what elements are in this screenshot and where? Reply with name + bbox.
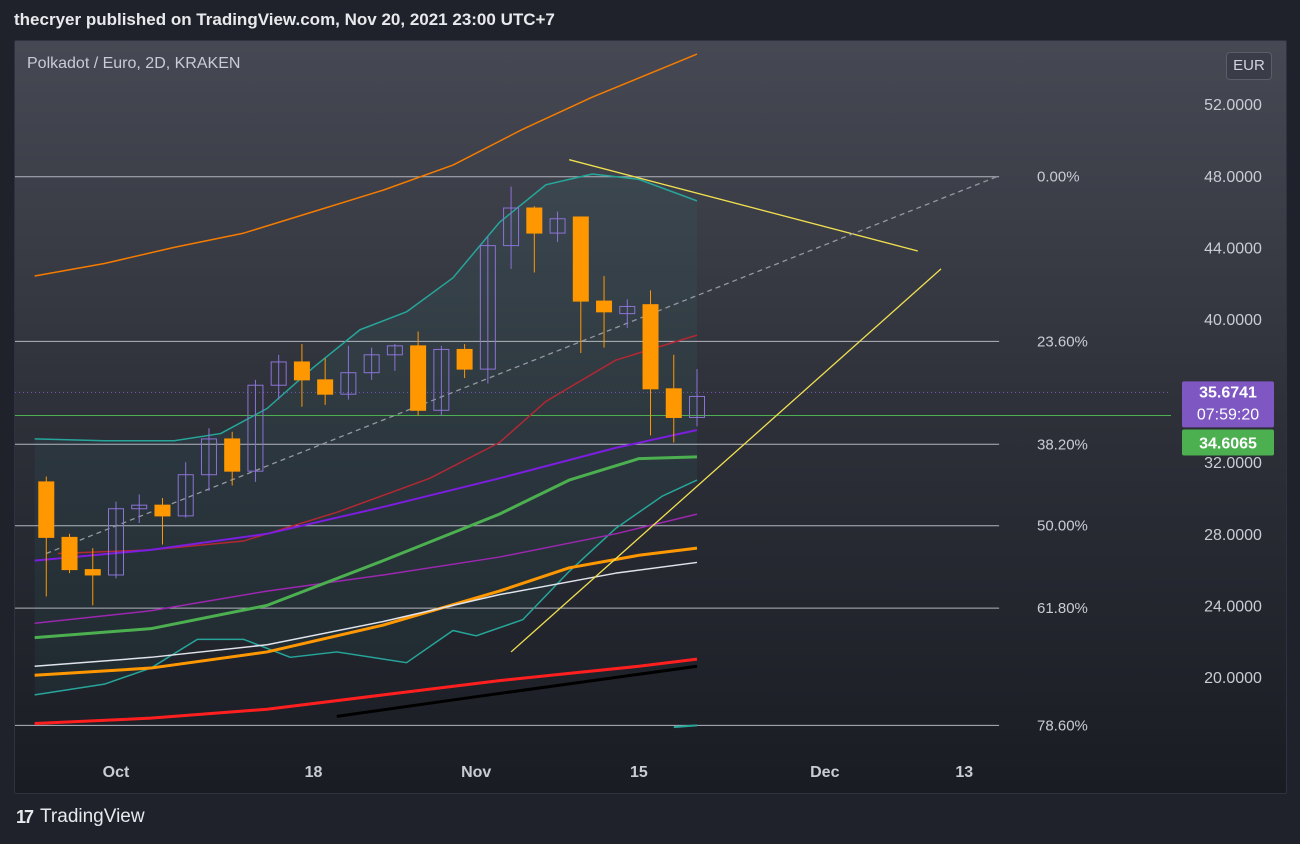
y-axis-tick: 24.0000: [1204, 598, 1262, 615]
y-axis-tick: 48.0000: [1204, 169, 1262, 186]
candle[interactable]: [642, 304, 659, 390]
candle[interactable]: [572, 216, 589, 302]
candle[interactable]: [410, 345, 427, 411]
x-axis-tick: Nov: [461, 764, 491, 781]
y-axis-tick: 44.0000: [1204, 240, 1262, 257]
fib-level-label: 23.60%: [1037, 333, 1088, 350]
candle[interactable]: [38, 481, 55, 538]
candle[interactable]: [317, 379, 334, 395]
tradingview-logo-icon: 17: [16, 806, 34, 827]
candle[interactable]: [526, 207, 543, 234]
y-axis-tick: 32.0000: [1204, 455, 1262, 472]
y-axis-tick: 40.0000: [1204, 312, 1262, 329]
level-price-label: 34.6065: [1199, 436, 1257, 453]
x-axis-tick: 13: [955, 764, 973, 781]
tradingview-brand: TradingView: [40, 806, 145, 827]
currency-button[interactable]: EUR: [1226, 52, 1272, 80]
x-axis-tick: Dec: [810, 764, 839, 781]
x-axis-tick: 15: [630, 764, 648, 781]
candle[interactable]: [154, 504, 171, 517]
symbol-label[interactable]: Polkadot / Euro, 2D, KRAKEN: [27, 55, 240, 73]
fib-level-label: 78.60%: [1037, 717, 1088, 734]
publisher-header: thecryer published on TradingView.com, N…: [14, 10, 555, 29]
x-axis-tick: Oct: [103, 764, 130, 781]
candle[interactable]: [61, 536, 78, 571]
candle[interactable]: [665, 388, 682, 418]
last-price-label: 35.6741: [1199, 384, 1257, 401]
candle[interactable]: [456, 348, 473, 370]
fib-level-label: 50.00%: [1037, 518, 1088, 535]
y-axis-tick: 20.0000: [1204, 670, 1262, 687]
x-axis-tick: 18: [305, 764, 323, 781]
candle[interactable]: [84, 569, 101, 576]
candle[interactable]: [224, 438, 241, 472]
chart-panel[interactable]: 0.00% 23.60% 38.20% 50.00% 61.80% 78.60% 52.00…: [14, 40, 1287, 794]
fib-level-label: 0.00%: [1037, 169, 1080, 186]
candle[interactable]: [293, 361, 310, 381]
indicator-line[interactable]: [336, 664, 698, 718]
bar-countdown-label: 07:59:20: [1197, 406, 1259, 423]
y-axis-tick: 28.0000: [1204, 527, 1262, 544]
tradingview-footer[interactable]: 17 TradingView: [16, 806, 145, 828]
candle[interactable]: [596, 300, 613, 313]
y-axis-tick: 52.0000: [1204, 97, 1262, 114]
price-chart[interactable]: 0.00% 23.60% 38.20% 50.00% 61.80% 78.60% 52.00…: [15, 41, 1286, 793]
fib-level-label: 61.80%: [1037, 600, 1088, 617]
fib-level-label: 38.20%: [1037, 436, 1088, 453]
bollinger-band-fill: [34, 174, 698, 695]
